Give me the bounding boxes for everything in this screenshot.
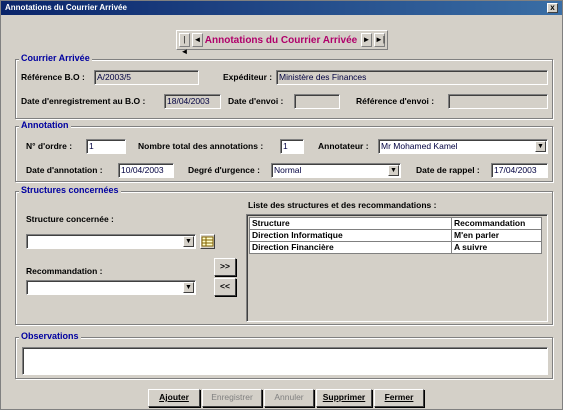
- annuler-label: Annuler: [274, 392, 304, 402]
- annotations-window: Annotations du Courrier Arrivée x |◄ ◄ A…: [0, 0, 563, 410]
- table-cell: Direction Informatique: [249, 229, 452, 242]
- date-annotation-field[interactable]: 10/04/2003: [118, 163, 174, 178]
- record-navigator: |◄ ◄ Annotations du Courrier Arrivée ► ►…: [176, 30, 388, 56]
- expediteur-label: Expéditeur :: [223, 72, 273, 82]
- reference-envoi-field[interactable]: [448, 94, 548, 109]
- structure-browse-button[interactable]: [200, 234, 215, 249]
- degre-urgence-value: Normal: [274, 165, 302, 175]
- enregistrer-label: Enregistrer: [211, 392, 253, 402]
- window-titlebar: Annotations du Courrier Arrivée x: [1, 1, 562, 15]
- table-cell: Direction Financière: [249, 241, 452, 254]
- remove-structure-button[interactable]: <<: [214, 278, 236, 296]
- observations-group: Observations: [15, 331, 553, 379]
- date-envoi-field[interactable]: [294, 94, 340, 109]
- chevron-down-icon[interactable]: ▼: [183, 236, 194, 247]
- date-rappel-label: Date de rappel :: [416, 165, 480, 175]
- chevron-down-icon[interactable]: ▼: [388, 165, 399, 176]
- annuler-button[interactable]: Annuler: [264, 389, 314, 407]
- window-title: Annotations du Courrier Arrivée: [5, 3, 127, 12]
- prev-record-button[interactable]: ◄: [192, 33, 203, 47]
- reference-label: Référence B.O :: [21, 72, 85, 82]
- date-rappel-field[interactable]: 17/04/2003: [491, 163, 548, 178]
- numero-ordre-label: N° d'ordre :: [26, 141, 73, 151]
- first-record-button[interactable]: |◄: [179, 33, 190, 56]
- date-envoi-label: Date d'envoi :: [228, 96, 284, 106]
- reference-envoi-label: Référence d'envoi :: [356, 96, 435, 106]
- group-label: Courrier Arrivée: [19, 53, 92, 63]
- add-structure-button[interactable]: >>: [214, 258, 236, 276]
- degre-urgence-label: Degré d'urgence :: [188, 165, 260, 175]
- structures-group: Structures concernées Structure concerné…: [15, 185, 553, 325]
- total-annotations-label: Nombre total des annotations :: [138, 141, 264, 151]
- structures-table: Structure Recommandation Direction Infor…: [249, 217, 542, 254]
- observations-field[interactable]: [22, 347, 548, 375]
- group-label: Observations: [19, 331, 81, 341]
- recommandation-dropdown[interactable]: ▼: [26, 280, 196, 295]
- close-icon[interactable]: x: [547, 3, 558, 13]
- date-enregistrement-label: Date d'enregistrement au B.O :: [21, 96, 146, 106]
- table-cell: A suivre: [451, 241, 542, 254]
- ajouter-button[interactable]: Ajouter: [148, 389, 200, 407]
- structures-list[interactable]: Structure Recommandation Direction Infor…: [246, 214, 548, 322]
- next-record-button[interactable]: ►: [361, 33, 372, 47]
- navigator-title: Annotations du Courrier Arrivée: [204, 34, 358, 46]
- courrier-arrivee-group: Courrier Arrivée Référence B.O : A/2003/…: [15, 53, 553, 119]
- column-header-structure[interactable]: Structure: [249, 217, 452, 230]
- fermer-label: Fermer: [384, 392, 414, 402]
- chevron-down-icon[interactable]: ▼: [183, 282, 194, 293]
- structure-concernee-dropdown[interactable]: ▼: [26, 234, 196, 249]
- enregistrer-button[interactable]: Enregistrer: [202, 389, 262, 407]
- recommandation-label: Recommandation :: [26, 266, 103, 276]
- date-annotation-label: Date d'annotation :: [26, 165, 103, 175]
- supprimer-button[interactable]: Supprimer: [316, 389, 372, 407]
- ajouter-label: Ajouter: [159, 392, 189, 402]
- total-annotations-field[interactable]: 1: [280, 139, 304, 154]
- table-row[interactable]: Direction Financière A suivre: [249, 241, 542, 254]
- annotateur-value: Mr Mohamed Kamel: [381, 141, 458, 151]
- group-label: Structures concernées: [19, 185, 121, 195]
- group-label: Annotation: [19, 120, 71, 130]
- structure-concernee-label: Structure concernée :: [26, 214, 114, 224]
- list-title: Liste des structures et des recommandati…: [248, 200, 437, 210]
- expediteur-field[interactable]: Ministère des Finances: [276, 70, 548, 85]
- last-record-button[interactable]: ►|: [374, 33, 385, 47]
- numero-ordre-field[interactable]: 1: [86, 139, 126, 154]
- table-icon: [201, 236, 214, 247]
- annotateur-dropdown[interactable]: Mr Mohamed Kamel ▼: [378, 139, 548, 154]
- degre-urgence-dropdown[interactable]: Normal ▼: [271, 163, 401, 178]
- supprimer-label: Supprimer: [322, 392, 366, 402]
- reference-field[interactable]: A/2003/5: [94, 70, 199, 85]
- table-row[interactable]: Direction Informatique M'en parler: [249, 229, 542, 242]
- fermer-button[interactable]: Fermer: [374, 389, 424, 407]
- column-header-recommandation[interactable]: Recommandation: [451, 217, 542, 230]
- chevron-down-icon[interactable]: ▼: [535, 141, 546, 152]
- annotateur-label: Annotateur :: [318, 141, 369, 151]
- table-cell: M'en parler: [451, 229, 542, 242]
- table-header-row: Structure Recommandation: [249, 217, 542, 230]
- annotation-group: Annotation N° d'ordre : 1 Nombre total d…: [15, 120, 553, 182]
- date-enregistrement-field[interactable]: 18/04/2003: [164, 94, 221, 109]
